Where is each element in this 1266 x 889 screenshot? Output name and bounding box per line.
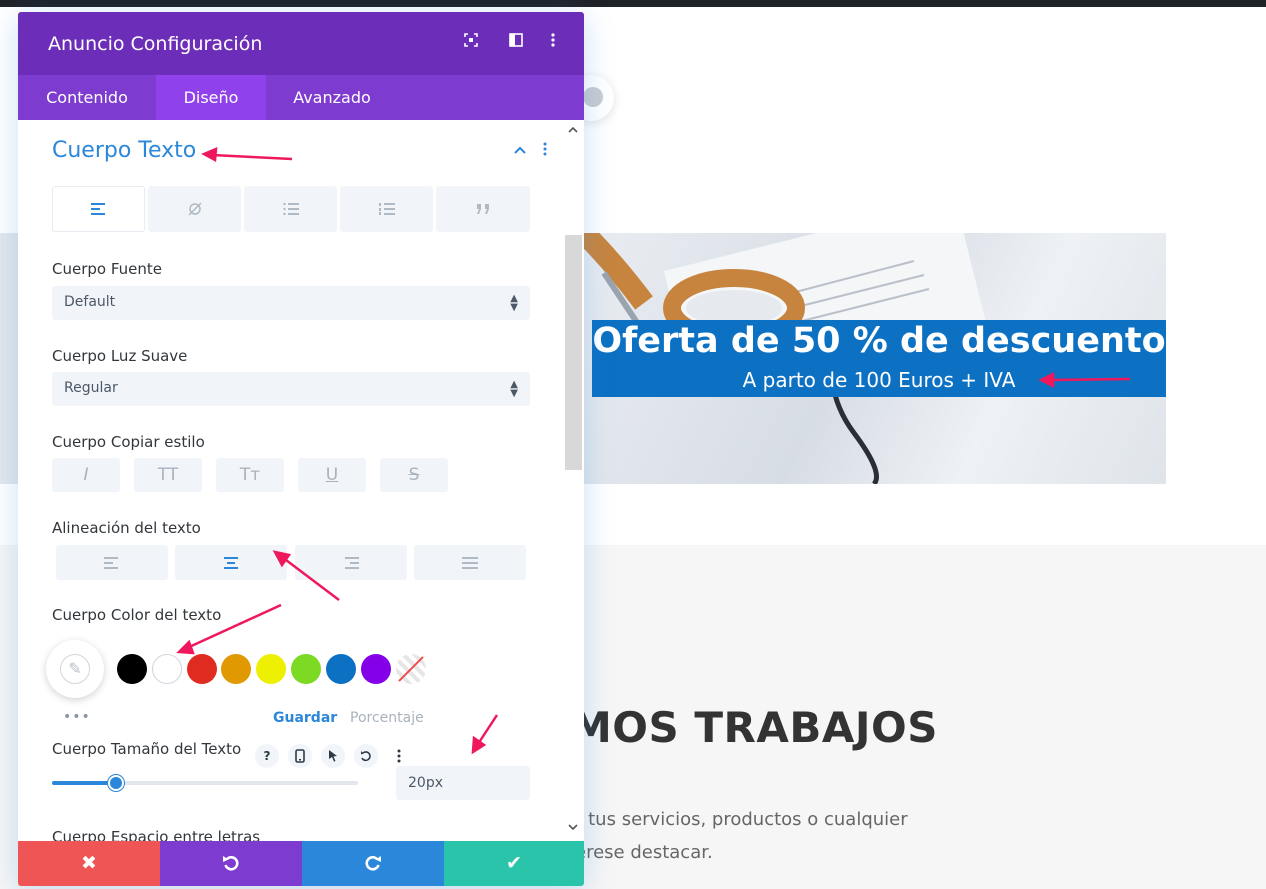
tab-diseno[interactable]: Diseño [156,75,266,120]
works-description-line-1: r tus servicios, productos o cualquier [575,809,908,830]
text-color-label: Cuerpo Color del texto [52,606,222,624]
align-left-button[interactable] [56,545,168,580]
subtab-paragraph[interactable] [52,186,145,232]
top-admin-bar [0,0,1266,7]
modal-header: Anuncio Configuración [18,12,584,75]
color-swatch-yellow[interactable] [256,654,286,684]
undo-button[interactable] [160,841,302,886]
select-arrows-icon: ▲ ▼ [510,293,518,313]
promo-banner[interactable]: Oferta de 50 % de descuento A parto de 1… [592,320,1166,397]
weight-label: Cuerpo Luz Suave [52,347,188,365]
promo-banner-subtitle: A parto de 100 Euros + IVA [742,368,1016,392]
subtab-quote[interactable] [436,186,530,232]
text-size-slider-fill [52,781,117,785]
section-title-cuerpo-texto[interactable]: Cuerpo Texto [52,138,196,163]
weight-select-value: Regular [64,380,118,396]
paragraph-align-icon [90,203,105,215]
split-view-icon[interactable] [505,32,527,54]
redo-icon [365,856,381,871]
align-left-icon [104,556,118,569]
fullscreen-icon[interactable] [460,32,482,54]
underline-button[interactable]: U [298,458,366,492]
alignment-label: Alineación del texto [52,519,201,537]
style-label: Cuerpo Copiar estilo [52,433,205,451]
font-label: Cuerpo Fuente [52,260,163,278]
size-options-icon[interactable] [387,744,411,768]
more-options-icon[interactable] [542,32,564,54]
scroll-up-icon[interactable] [566,123,580,137]
color-swatch-orange[interactable] [221,654,251,684]
redo-button[interactable] [302,841,444,886]
link-icon [187,202,202,216]
subtab-ordered-list[interactable] [340,186,433,232]
bullet-list-icon [282,203,299,215]
settings-modal: Anuncio Configuración Contenido Diseño A… [18,12,584,886]
tab-contenido[interactable]: Contenido [18,75,156,120]
text-size-slider-handle[interactable] [108,775,125,791]
font-select[interactable]: Default ▲ ▼ [52,286,530,320]
scroll-down-icon[interactable] [566,821,580,835]
color-swatch-white[interactable] [152,654,182,684]
globe-icon [583,87,603,107]
works-description-line-2: erese destacar. [575,842,713,863]
numbered-list-icon [378,203,395,215]
modal-title: Anuncio Configuración [48,33,263,55]
cancel-button[interactable]: ✖ [18,841,160,886]
undo-icon [223,856,239,871]
responsive-phone-icon[interactable] [288,744,312,768]
color-swatch-red[interactable] [187,654,217,684]
promo-banner-title: Oferta de 50 % de descuento [592,321,1166,361]
text-size-input[interactable] [396,766,530,800]
save-button[interactable]: ✔ [444,841,584,886]
align-justify-icon [462,556,478,569]
works-heading: MOS TRABAJOS [570,703,938,752]
align-center-button[interactable] [175,545,287,580]
scrollbar-thumb[interactable] [565,235,582,470]
strikethrough-button[interactable]: S [380,458,448,492]
tab-avanzado[interactable]: Avanzado [266,75,398,120]
uppercase-button[interactable]: TT [134,458,202,492]
align-justify-button[interactable] [414,545,526,580]
save-palette-link[interactable]: Guardar [273,710,337,726]
text-size-label: Cuerpo Tamaño del Texto [52,740,242,758]
eyedropper-icon: ✎ [60,654,90,684]
modal-footer: ✖ ✔ [18,841,584,886]
align-center-icon [224,556,238,569]
capitalize-button[interactable]: Tт [216,458,284,492]
subtab-link[interactable] [148,186,241,232]
modal-tabs: Contenido Diseño Avanzado [18,75,584,120]
modal-body[interactable]: Cuerpo Texto Cuerpo Fuente Default ▲ ▼ C… [18,120,584,841]
color-swatch-black[interactable] [117,654,147,684]
section-options-icon[interactable] [538,142,552,158]
color-picker-button[interactable]: ✎ [46,640,104,698]
color-swatch-purple[interactable] [361,654,391,684]
scrollbar-track[interactable] [564,120,584,841]
subtab-unordered-list[interactable] [244,186,337,232]
italic-button[interactable]: I [52,458,120,492]
color-swatch-blue[interactable] [326,654,356,684]
percentage-link[interactable]: Porcentaje [350,710,424,726]
align-right-icon [345,556,359,569]
collapse-caret-icon[interactable] [512,142,528,158]
font-select-value: Default [64,294,116,310]
weight-select[interactable]: Regular ▲ ▼ [52,372,530,406]
palette-more-icon[interactable]: ••• [63,709,91,725]
color-swatch-none[interactable] [396,654,426,684]
align-right-button[interactable] [295,545,407,580]
text-subtabs [52,186,530,232]
color-swatch-green[interactable] [291,654,321,684]
letter-spacing-label: Cuerpo Espacio entre letras [52,828,261,841]
reset-icon[interactable] [354,744,378,768]
quote-icon [477,204,489,214]
select-arrows-icon: ▲ ▼ [510,379,518,399]
help-icon[interactable]: ? [255,744,279,768]
hover-cursor-icon[interactable] [321,744,345,768]
